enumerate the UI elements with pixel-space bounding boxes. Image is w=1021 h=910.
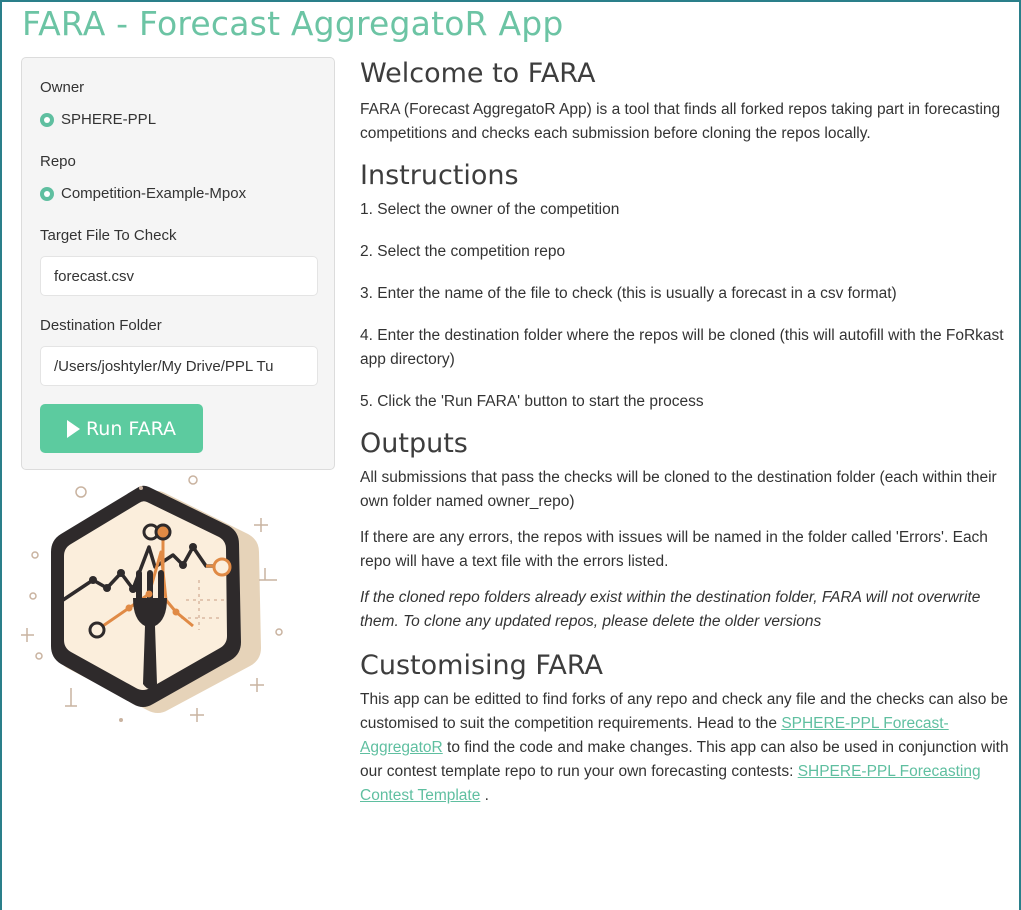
app-title: FARA - Forecast AggregatoR App: [22, 4, 564, 43]
owner-label: Owner: [40, 79, 85, 96]
owner-option-label: SPHERE-PPL: [61, 111, 157, 128]
repo-radio-option[interactable]: Competition-Example-Mpox: [40, 185, 246, 202]
owner-radio-option[interactable]: SPHERE-PPL: [40, 111, 156, 128]
fara-logo: [20, 470, 283, 728]
outputs-paragraph-2: If there are any errors, the repos with …: [360, 529, 988, 570]
repo-label: Repo: [40, 153, 76, 170]
outputs-note: If the cloned repo folders already exist…: [360, 589, 981, 630]
sidebar-panel: Owner SPHERE-PPL Repo Competition-Exampl…: [21, 57, 335, 470]
play-icon: [66, 419, 80, 438]
repo-option-label: Competition-Example-Mpox: [61, 185, 247, 202]
outputs-heading: Outputs: [360, 428, 468, 459]
radio-selected-icon[interactable]: [40, 186, 54, 201]
customising-text-3: .: [480, 787, 489, 804]
instructions-heading: Instructions: [360, 160, 519, 191]
target-file-input[interactable]: [40, 256, 318, 296]
instruction-step-2: 2. Select the competition repo: [360, 243, 566, 260]
run-fara-label: Run FARA: [85, 417, 177, 440]
destination-folder-label: Destination Folder: [40, 317, 162, 334]
destination-folder-input[interactable]: [40, 346, 318, 386]
instruction-step-5: 5. Click the 'Run FARA' button to start …: [360, 393, 704, 410]
target-file-label: Target File To Check: [40, 227, 177, 244]
welcome-heading: Welcome to FARA: [360, 58, 596, 89]
customising-heading: Customising FARA: [360, 650, 603, 681]
instruction-step-1: 1. Select the owner of the competition: [360, 201, 620, 218]
instruction-step-4: 4. Enter the destination folder where th…: [360, 327, 1004, 368]
radio-selected-icon[interactable]: [40, 112, 54, 127]
customising-paragraph: This app can be editted to find forks of…: [360, 688, 1010, 808]
run-fara-button[interactable]: Run FARA: [40, 404, 203, 453]
main-content: Welcome to FARA FARA (Forecast Aggregato…: [360, 56, 1010, 808]
outputs-paragraph-1: All submissions that pass the checks wil…: [360, 469, 997, 510]
instruction-step-3: 3. Enter the name of the file to check (…: [360, 285, 897, 302]
fork-chart-hexagon-logo-icon: [20, 475, 283, 722]
welcome-text: FARA (Forecast AggregatoR App) is a tool…: [360, 101, 1001, 142]
